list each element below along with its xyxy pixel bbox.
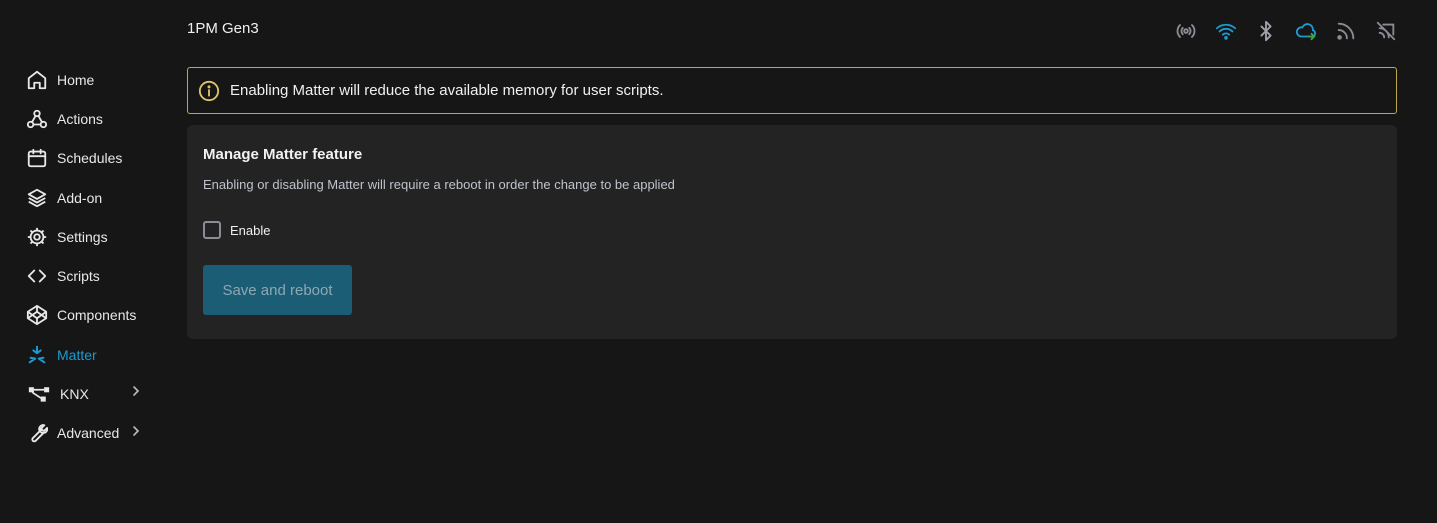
code-icon bbox=[26, 265, 48, 287]
sidebar-item-label: Advanced bbox=[57, 425, 120, 442]
sidebar-item-label: KNX bbox=[60, 386, 89, 403]
sidebar-item-actions[interactable]: Actions bbox=[26, 99, 156, 138]
sidebar-item-scripts[interactable]: Scripts bbox=[26, 256, 156, 295]
card-description: Enabling or disabling Matter will requir… bbox=[203, 177, 675, 192]
sidebar-item-knx[interactable]: KNX bbox=[26, 374, 156, 413]
matter-settings-card: Manage Matter feature Enabling or disabl… bbox=[187, 125, 1397, 339]
sidebar: Home Actions Schedules Add-on Settings S… bbox=[26, 60, 156, 453]
wifi-icon[interactable] bbox=[1215, 18, 1237, 44]
chevron-right-icon bbox=[133, 386, 140, 397]
sidebar-item-add-on[interactable]: Add-on bbox=[26, 178, 156, 217]
sidebar-item-label: Schedules bbox=[57, 150, 123, 167]
calendar-icon bbox=[26, 147, 48, 169]
enable-checkbox-label[interactable]: Enable bbox=[230, 223, 270, 238]
sidebar-item-label: Scripts bbox=[57, 268, 100, 285]
rss-icon[interactable] bbox=[1335, 18, 1357, 44]
sidebar-item-label: Add-on bbox=[57, 189, 103, 206]
notice-text: Enabling Matter will reduce the availabl… bbox=[230, 82, 664, 99]
knx-icon bbox=[26, 383, 51, 405]
sidebar-item-label: Matter bbox=[57, 346, 97, 363]
enable-checkbox[interactable] bbox=[203, 221, 221, 239]
chevron-right-icon bbox=[133, 425, 140, 436]
sidebar-item-advanced[interactable]: Advanced bbox=[26, 414, 156, 453]
sidebar-item-label: Settings bbox=[57, 228, 108, 245]
device-title: 1PM Gen3 bbox=[187, 20, 259, 37]
matter-icon bbox=[26, 344, 48, 366]
sidebar-item-label: Actions bbox=[57, 110, 103, 127]
home-icon bbox=[26, 69, 48, 91]
matter-warning-notice: Enabling Matter will reduce the availabl… bbox=[187, 67, 1397, 114]
mqtt-off-icon[interactable] bbox=[1375, 18, 1397, 44]
cloud-sync-icon[interactable] bbox=[1295, 18, 1317, 44]
sidebar-item-components[interactable]: Components bbox=[26, 296, 156, 335]
card-title: Manage Matter feature bbox=[203, 146, 363, 163]
webhook-icon bbox=[26, 108, 48, 130]
status-icons bbox=[1175, 18, 1397, 44]
save-and-reboot-button[interactable]: Save and reboot bbox=[203, 265, 352, 315]
bluetooth-icon[interactable] bbox=[1255, 18, 1277, 44]
sidebar-item-schedules[interactable]: Schedules bbox=[26, 139, 156, 178]
layers-icon bbox=[26, 187, 48, 209]
sidebar-item-matter[interactable]: Matter bbox=[26, 335, 156, 374]
enable-checkbox-row[interactable]: Enable bbox=[203, 221, 270, 239]
sidebar-item-label: Components bbox=[57, 307, 137, 324]
wrench-icon bbox=[26, 422, 48, 444]
ap-broadcast-icon[interactable] bbox=[1175, 18, 1197, 44]
gear-icon bbox=[26, 226, 48, 248]
sidebar-item-home[interactable]: Home bbox=[26, 60, 156, 99]
info-icon bbox=[198, 80, 220, 101]
codepen-icon bbox=[26, 304, 48, 326]
sidebar-item-label: Home bbox=[57, 71, 95, 88]
sidebar-item-settings[interactable]: Settings bbox=[26, 217, 156, 256]
